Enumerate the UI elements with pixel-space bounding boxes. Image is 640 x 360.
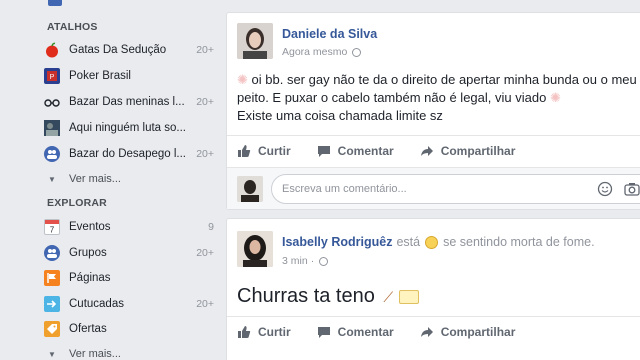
comment-input[interactable]: Escreva um comentário...	[271, 174, 640, 204]
see-more-label: Ver mais...	[69, 348, 121, 360]
post-meta: 3 min ·	[282, 255, 329, 267]
comment-label: Comentar	[337, 324, 394, 339]
post-body: Churras ta teno ⟋	[237, 283, 419, 310]
sidebar-item-grupos[interactable]: Grupos 20+	[44, 242, 214, 264]
comment-label: Comentar	[337, 143, 394, 158]
sidebar-item-eventos[interactable]: 7 Eventos 9	[44, 216, 214, 238]
share-button[interactable]: Compartilhar	[420, 143, 516, 158]
shortcuts-see-more[interactable]: ▼ Ver mais...	[44, 168, 214, 190]
sidebar-item-bazar-desapego[interactable]: Bazar do Desapego l... 20+	[44, 143, 214, 165]
avatar[interactable]	[237, 231, 273, 267]
comment-bubble-icon	[317, 145, 330, 157]
shortcuts-title: ATALHOS	[47, 21, 98, 33]
sparkle-emoji-icon: ✺	[237, 72, 248, 87]
feed-post: Daniele da Silva Agora mesmo ✺ oi bb. se…	[226, 12, 640, 210]
sidebar-item-label: Aqui ninguém luta so...	[69, 122, 186, 134]
feed-post: Isabelly Rodriguêz está se sentindo mort…	[226, 218, 640, 360]
camera-icon[interactable]	[624, 181, 640, 197]
share-label: Compartilhar	[440, 324, 516, 339]
sidebar-item-gatas[interactable]: Gatas Da Sedução 20+	[44, 39, 214, 61]
comment-button[interactable]: Comentar	[317, 144, 394, 158]
comment-composer: Escreva um comentário...	[227, 167, 640, 209]
poker-icon: P	[44, 68, 60, 84]
thumbs-up-icon	[238, 144, 251, 157]
post-timestamp[interactable]: Agora mesmo	[282, 46, 347, 58]
post-text: Churras ta teno	[237, 285, 375, 307]
globe-icon	[319, 256, 329, 266]
apple-icon	[44, 42, 60, 58]
poke-icon	[44, 296, 60, 312]
avatar	[237, 176, 263, 202]
emoji-icon[interactable]	[597, 181, 613, 197]
sidebar-item-count: 20+	[196, 247, 214, 259]
group-photo-icon	[44, 120, 60, 136]
sidebar-item-poker[interactable]: P Poker Brasil	[44, 65, 214, 87]
sidebar-item-cutucadas[interactable]: Cutucadas 20+	[44, 293, 214, 315]
sidebar-item-label: Grupos	[69, 247, 107, 259]
sidebar-item-label: Gatas Da Sedução	[69, 44, 167, 56]
share-button[interactable]: Compartilhar	[420, 324, 516, 339]
comment-button[interactable]: Comentar	[317, 325, 394, 339]
see-more-label: Ver mais...	[69, 173, 121, 185]
chevron-down-icon: ▼	[48, 349, 56, 359]
post-author[interactable]: Daniele da Silva	[282, 27, 377, 41]
sidebar-item-count: 20+	[196, 96, 214, 108]
flag-icon	[44, 270, 60, 286]
avatar[interactable]	[237, 23, 273, 59]
share-arrow-icon	[420, 145, 433, 156]
sidebar-item-label: Poker Brasil	[69, 70, 131, 82]
explore-see-more[interactable]: ▼ Ver mais...	[44, 343, 214, 360]
sidebar-item-label: Eventos	[69, 221, 111, 233]
like-label: Curtir	[258, 324, 291, 339]
sidebar-item-label: Cutucadas	[69, 298, 124, 310]
sidebar-item-paginas[interactable]: Páginas	[44, 267, 214, 289]
groups-icon	[44, 245, 60, 261]
post-line: Existe uma coisa chamada limite sz	[237, 108, 443, 123]
share-label: Compartilhar	[440, 143, 516, 158]
left-sidebar: ATALHOS Gatas Da Sedução 20+ P Poker Bra…	[0, 0, 218, 360]
sidebar-item-ofertas[interactable]: Ofertas	[44, 318, 214, 340]
svg-text:7: 7	[50, 226, 55, 235]
sweat-smile-emoji-icon	[425, 235, 439, 249]
post-timestamp[interactable]: 3 min	[282, 255, 308, 267]
sidebar-item-label: Bazar do Desapego l...	[69, 148, 186, 160]
post-actions: Curtir Comentar Compartilhar	[227, 316, 640, 346]
post-body: ✺ oi bb. ser gay não te da o direito de …	[237, 71, 640, 125]
sidebar-item-count: 20+	[196, 148, 214, 160]
post-header-line: Isabelly Rodriguêz está se sentindo mort…	[282, 235, 595, 249]
sidebar-item-label: Páginas	[69, 272, 111, 284]
explore-title: EXPLORAR	[47, 197, 107, 209]
globe-icon	[352, 47, 362, 57]
sidebar-item-count: 20+	[196, 298, 214, 310]
meat-emoji-icon: ⟋	[383, 289, 394, 305]
svg-text:P: P	[50, 74, 55, 81]
sidebar-item-label: Ofertas	[69, 323, 107, 335]
glasses-icon	[44, 94, 60, 110]
sidebar-item-count: 20+	[196, 44, 214, 56]
like-button[interactable]: Curtir	[237, 144, 291, 158]
top-scroll-indicator	[48, 0, 62, 6]
sidebar-item-aqui-ninguem[interactable]: Aqui ninguém luta so...	[44, 117, 214, 139]
post-author[interactable]: Isabelly Rodriguêz	[282, 235, 392, 249]
group-icon	[44, 146, 60, 162]
calendar-icon: 7	[44, 219, 60, 235]
sidebar-item-bazar-meninas[interactable]: Bazar Das meninas l... 20+	[44, 91, 214, 113]
sidebar-item-count: 9	[208, 221, 214, 233]
like-label: Curtir	[258, 143, 291, 158]
chevron-down-icon: ▼	[48, 174, 56, 184]
offers-icon	[44, 321, 60, 337]
thumbs-up-icon	[238, 325, 251, 338]
comment-bubble-icon	[317, 326, 330, 338]
post-line: peito. E puxar o cabelo também não é leg…	[237, 90, 561, 105]
post-actions: Curtir Comentar Compartilhar	[227, 135, 640, 165]
feeling-prefix: está	[396, 235, 421, 249]
sidebar-item-label: Bazar Das meninas l...	[69, 96, 185, 108]
post-line: ✺ oi bb. ser gay não te da o direito de …	[237, 72, 637, 87]
feeling-text[interactable]: se sentindo morta de fome.	[443, 235, 594, 249]
post-meta: Agora mesmo	[282, 46, 362, 58]
sparkle-emoji-icon: ✺	[549, 90, 561, 105]
like-button[interactable]: Curtir	[237, 325, 291, 339]
beer-emoji-icon	[398, 289, 419, 304]
share-arrow-icon	[420, 326, 433, 337]
